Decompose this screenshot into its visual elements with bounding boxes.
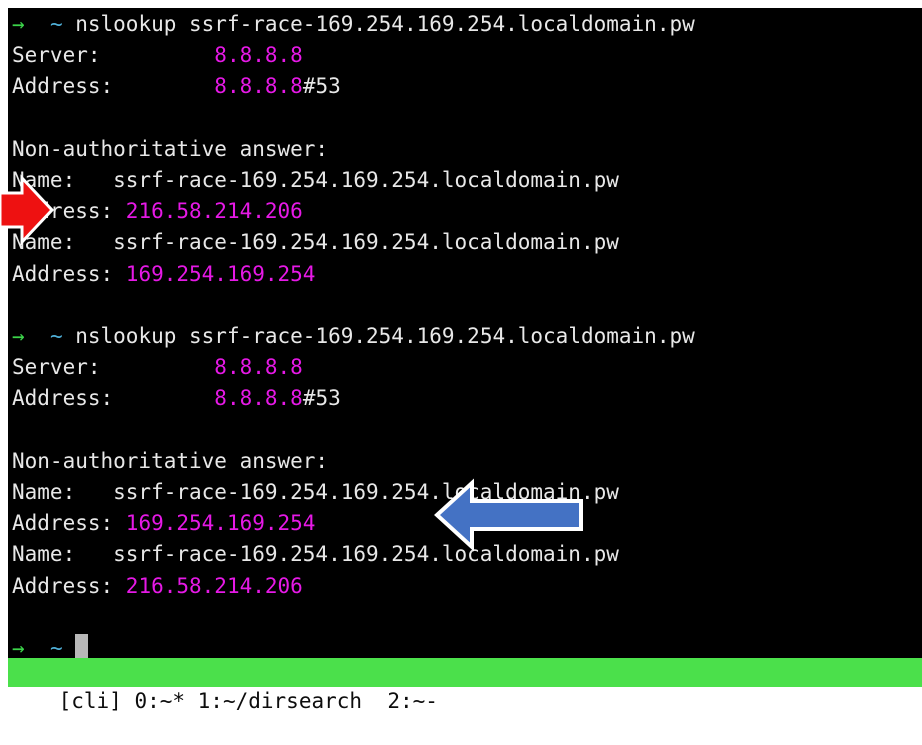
window-list[interactable]: 0:~* 1:~/dirsearch 2:~- bbox=[134, 687, 437, 716]
terminal-window: → ~ nslookup ssrf-race-169.254.169.254.l… bbox=[0, 0, 922, 713]
red-arrow-annotation bbox=[0, 174, 55, 246]
session-name: [cli] bbox=[58, 689, 122, 713]
annotation-overlay bbox=[0, 174, 583, 552]
blue-arrow-annotation bbox=[434, 478, 583, 552]
